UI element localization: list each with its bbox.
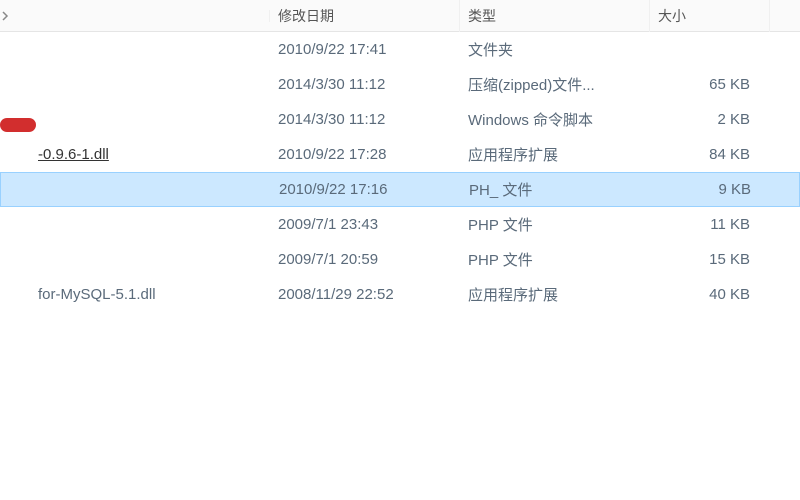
file-icon — [0, 151, 30, 159]
file-row[interactable]: 2010/9/22 17:16PH_ 文件9 KB — [0, 172, 800, 207]
file-type: 文件夹 — [460, 35, 650, 64]
file-size: 2 KB — [650, 107, 770, 132]
column-header-size[interactable]: 大小 — [650, 0, 770, 32]
file-size: 84 KB — [650, 142, 770, 167]
file-type: PHP 文件 — [460, 210, 650, 239]
file-type: PH_ 文件 — [461, 175, 651, 204]
file-type: 压缩(zipped)文件... — [460, 70, 650, 99]
file-icon — [0, 256, 30, 264]
file-icon — [0, 291, 30, 299]
column-header-row: 修改日期 类型 大小 — [0, 0, 800, 32]
file-date: 2009/7/1 23:43 — [270, 212, 460, 237]
file-type: 应用程序扩展 — [460, 280, 650, 309]
file-rows-container: 2010/9/22 17:41文件夹2014/3/30 11:12压缩(zipp… — [0, 32, 800, 312]
file-icon — [1, 186, 31, 194]
file-name: -0.9.6-1.dll — [30, 142, 270, 167]
annotation-mark — [0, 118, 36, 132]
file-name: for-MySQL-5.1.dll — [30, 282, 270, 307]
file-icon — [0, 221, 30, 229]
file-name — [30, 221, 270, 229]
file-row[interactable]: for-MySQL-5.1.dll2008/11/29 22:52应用程序扩展4… — [0, 277, 800, 312]
column-header-type[interactable]: 类型 — [460, 0, 650, 32]
file-date: 2008/11/29 22:52 — [270, 282, 460, 307]
file-date: 2009/7/1 20:59 — [270, 247, 460, 272]
file-date: 2010/9/22 17:28 — [270, 142, 460, 167]
file-date: 2014/3/30 11:12 — [270, 72, 460, 97]
file-list: 修改日期 类型 大小 2010/9/22 17:41文件夹2014/3/30 1… — [0, 0, 800, 312]
file-type: PHP 文件 — [460, 245, 650, 274]
file-name — [30, 116, 270, 124]
file-row[interactable]: 2010/9/22 17:41文件夹 — [0, 32, 800, 67]
file-name — [30, 46, 270, 54]
file-row[interactable]: 2009/7/1 23:43PHP 文件11 KB — [0, 207, 800, 242]
column-header-name[interactable] — [30, 10, 270, 22]
file-date: 2010/9/22 17:41 — [270, 37, 460, 62]
file-size: 15 KB — [650, 247, 770, 272]
file-icon — [0, 81, 30, 89]
file-explorer-panel: 修改日期 类型 大小 2010/9/22 17:41文件夹2014/3/30 1… — [0, 0, 800, 312]
file-size: 40 KB — [650, 282, 770, 307]
file-type: Windows 命令脚本 — [460, 105, 650, 134]
file-name — [30, 256, 270, 264]
file-date: 2014/3/30 11:12 — [270, 107, 460, 132]
file-icon — [0, 46, 30, 54]
header-icon-spacer — [0, 8, 30, 24]
file-name — [31, 186, 271, 194]
chevron-right-icon — [0, 11, 10, 21]
file-row[interactable]: 2014/3/30 11:12压缩(zipped)文件...65 KB — [0, 67, 800, 102]
column-header-date[interactable]: 修改日期 — [270, 0, 460, 32]
file-date: 2010/9/22 17:16 — [271, 177, 461, 202]
file-size — [650, 46, 770, 54]
file-size: 9 KB — [651, 177, 771, 202]
file-name — [30, 81, 270, 89]
file-row[interactable]: 2014/3/30 11:12Windows 命令脚本2 KB — [0, 102, 800, 137]
file-row[interactable]: 2009/7/1 20:59PHP 文件15 KB — [0, 242, 800, 277]
file-size: 11 KB — [650, 212, 770, 237]
file-size: 65 KB — [650, 72, 770, 97]
file-type: 应用程序扩展 — [460, 140, 650, 169]
file-row[interactable]: -0.9.6-1.dll2010/9/22 17:28应用程序扩展84 KB — [0, 137, 800, 172]
